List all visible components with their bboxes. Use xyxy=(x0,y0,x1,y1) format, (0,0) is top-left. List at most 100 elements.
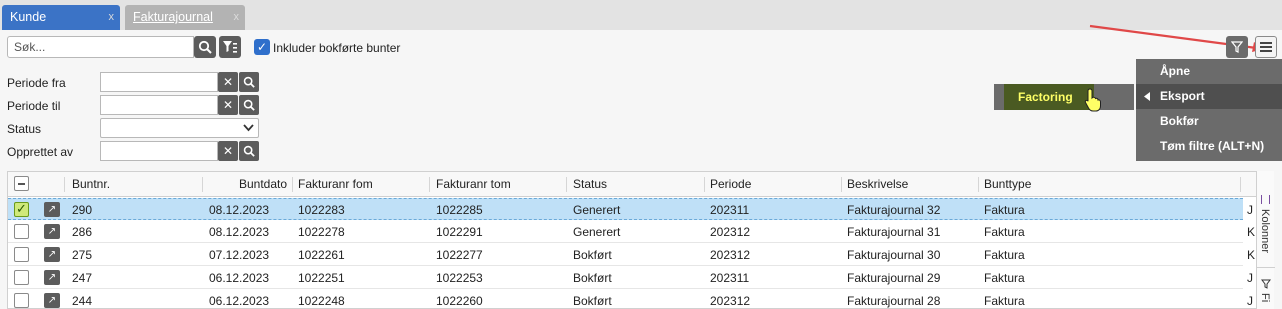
periode-fra-label: Periode fra xyxy=(7,76,66,90)
cell-buntnr: 244 xyxy=(72,294,93,308)
opprettet-av-search-button[interactable] xyxy=(239,141,259,161)
table-row[interactable]: ↗ 244 06.12.2023 1022248 1022260 Bokført… xyxy=(8,290,1253,308)
clear-icon: ✕ xyxy=(222,144,234,158)
cell-status: Bokført xyxy=(573,271,612,285)
cell-periode: 202312 xyxy=(710,248,751,262)
periode-fra-input[interactable] xyxy=(100,72,218,92)
search-icon xyxy=(243,99,255,111)
status-label: Status xyxy=(7,122,42,136)
search-icon xyxy=(243,145,255,157)
filter-list-button[interactable] xyxy=(219,36,241,58)
cell-fakturanr-fom: 1022283 xyxy=(298,203,345,217)
column-separator xyxy=(202,177,203,192)
col-bunttype[interactable]: Bunttype xyxy=(984,177,1031,191)
select-all-checkbox[interactable] xyxy=(14,176,29,191)
cell-fakturanr-tom: 1022253 xyxy=(436,271,483,285)
actions-menu: Åpne Eksport Bokfør Tøm filtre (ALT+N) xyxy=(1136,59,1282,161)
cell-truncated: K xyxy=(1247,248,1256,262)
column-separator xyxy=(841,177,842,192)
cell-beskrivelse: Fakturajournal 32 xyxy=(847,203,941,217)
tab-kunde[interactable]: Kunde x xyxy=(2,5,120,30)
search-placeholder: Søk... xyxy=(14,40,46,54)
menu-item-bokfor[interactable]: Bokfør xyxy=(1136,109,1282,134)
cell-buntdato: 06.12.2023 xyxy=(209,294,270,308)
periode-til-clear-button[interactable]: ✕ xyxy=(218,95,238,115)
cell-truncated: J xyxy=(1247,203,1253,217)
periode-fra-search-button[interactable] xyxy=(239,72,259,92)
open-row-icon[interactable]: ↗ xyxy=(44,293,60,308)
tab-kunde-close-icon[interactable]: x xyxy=(109,11,115,23)
filter-icon xyxy=(1231,41,1243,53)
cell-buntnr: 290 xyxy=(72,203,93,217)
menu-item-bokfor-label: Bokfør xyxy=(1160,114,1199,128)
tab-fakturajournal-label: Fakturajournal xyxy=(133,10,213,24)
cell-status: Bokført xyxy=(573,294,612,308)
annotation-arrow xyxy=(1089,24,1265,52)
periode-fra-clear-button[interactable]: ✕ xyxy=(218,72,238,92)
grid-header: Buntnr. Buntdato Fakturanr fom Fakturanr… xyxy=(8,172,1273,197)
menu-item-eksport[interactable]: Eksport xyxy=(1136,84,1282,109)
row-checkbox[interactable] xyxy=(14,201,29,217)
table-row[interactable]: ↗ 290 08.12.2023 1022283 1022285 Generer… xyxy=(8,198,1253,220)
include-posted-label: Inkluder bokførte bunter xyxy=(273,41,401,55)
tab-kunde-label: Kunde xyxy=(10,10,47,24)
filter-list-icon xyxy=(223,41,237,53)
open-row-icon[interactable]: ↗ xyxy=(44,270,60,285)
periode-til-search-button[interactable] xyxy=(239,95,259,115)
cell-fakturanr-tom: 1022285 xyxy=(436,203,483,217)
opprettet-av-input[interactable] xyxy=(100,141,218,161)
table-row[interactable]: ↗ 286 08.12.2023 1022278 1022291 Generer… xyxy=(8,221,1255,243)
periode-til-input[interactable] xyxy=(100,95,218,115)
open-row-icon[interactable]: ↗ xyxy=(44,247,60,262)
cell-fakturanr-fom: 1022248 xyxy=(298,294,345,308)
menu-item-apne[interactable]: Åpne xyxy=(1136,59,1282,84)
col-status[interactable]: Status xyxy=(573,177,607,191)
submenu-item-factoring[interactable]: Factoring xyxy=(1004,84,1094,110)
cell-fakturanr-tom: 1022260 xyxy=(436,294,483,308)
menu-item-tom-filtre[interactable]: Tøm filtre (ALT+N) xyxy=(1136,134,1282,159)
search-input[interactable]: Søk... xyxy=(7,36,194,58)
status-select[interactable] xyxy=(100,118,259,138)
menu-item-apne-label: Åpne xyxy=(1160,64,1190,78)
cell-buntdato: 08.12.2023 xyxy=(209,225,270,239)
cell-bunttype: Faktura xyxy=(984,271,1025,285)
caret-left-icon xyxy=(1144,92,1150,101)
row-checkbox[interactable] xyxy=(14,270,29,285)
menu-button[interactable] xyxy=(1255,36,1277,58)
cell-beskrivelse: Fakturajournal 30 xyxy=(847,248,941,262)
grid-side-panel: Kolonner Fi xyxy=(1256,171,1275,309)
cell-fakturanr-fom: 1022251 xyxy=(298,271,345,285)
tab-fakturajournal[interactable]: Fakturajournal x xyxy=(125,5,245,30)
row-checkbox[interactable] xyxy=(14,247,29,262)
open-row-icon[interactable]: ↗ xyxy=(44,224,60,239)
table-row[interactable]: ↗ 247 06.12.2023 1022251 1022253 Bokført… xyxy=(8,267,1253,289)
cell-fakturanr-fom: 1022261 xyxy=(298,248,345,262)
filter-tab[interactable]: Fi xyxy=(1259,293,1271,302)
row-checkbox[interactable] xyxy=(14,293,29,308)
col-buntdato[interactable]: Buntdato xyxy=(239,177,287,191)
col-fakturanr-fom[interactable]: Fakturanr fom xyxy=(298,177,373,191)
col-buntnr[interactable]: Buntnr. xyxy=(72,177,110,191)
table-row[interactable]: ↗ 275 07.12.2023 1022261 1022277 Bokført… xyxy=(8,244,1255,266)
cell-buntdato: 08.12.2023 xyxy=(209,203,270,217)
col-fakturanr-tom[interactable]: Fakturanr tom xyxy=(436,177,511,191)
tab-fakturajournal-close-icon[interactable]: x xyxy=(234,11,240,23)
cell-status: Generert xyxy=(573,225,621,239)
export-submenu: Factoring xyxy=(994,84,1134,110)
cell-fakturanr-tom: 1022277 xyxy=(436,248,483,262)
cell-fakturanr-fom: 1022278 xyxy=(298,225,345,239)
cell-buntnr: 275 xyxy=(72,248,93,262)
include-posted-checkbox[interactable]: ✓ xyxy=(254,39,270,55)
search-button[interactable] xyxy=(194,36,216,58)
row-checkbox[interactable] xyxy=(14,224,29,239)
open-row-icon[interactable]: ↗ xyxy=(44,202,60,217)
cell-buntnr: 286 xyxy=(72,225,93,239)
col-periode[interactable]: Periode xyxy=(710,177,751,191)
filter-toggle-button[interactable] xyxy=(1226,36,1248,58)
col-beskrivelse[interactable]: Beskrivelse xyxy=(847,177,908,191)
column-separator xyxy=(292,177,293,192)
opprettet-av-clear-button[interactable]: ✕ xyxy=(218,141,238,161)
cell-bunttype: Faktura xyxy=(984,225,1025,239)
column-separator xyxy=(429,177,430,192)
kolonner-tab[interactable]: Kolonner xyxy=(1259,209,1271,253)
